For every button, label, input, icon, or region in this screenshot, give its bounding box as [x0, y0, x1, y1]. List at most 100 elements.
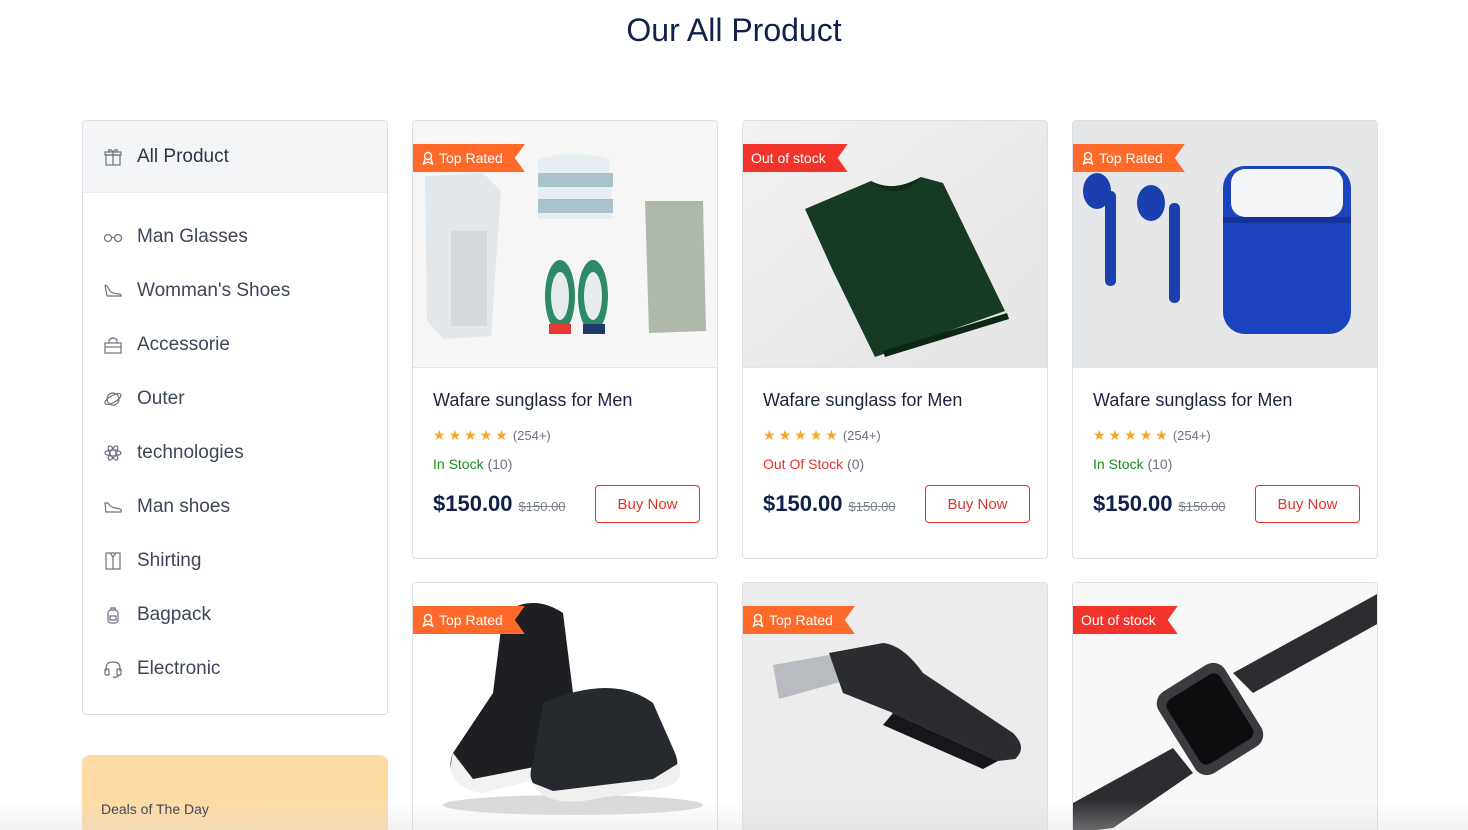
product-image[interactable]: Out of stock [743, 121, 1047, 368]
rating: ★ ★ ★ ★ ★ (254+) [1093, 427, 1360, 444]
rating-count: (254+) [512, 428, 551, 443]
sidebar-item-technologies[interactable]: technologies [83, 426, 387, 480]
sidebar-item-label: Shirting [137, 550, 202, 571]
sidebar-item-label: Womman's Shoes [137, 280, 291, 301]
stock-status: In Stock (10) [1093, 456, 1360, 472]
out-of-stock-badge: Out of stock [743, 144, 848, 172]
price: $150.00 [1093, 491, 1173, 516]
stock-qty: (0) [847, 456, 865, 472]
badge-label: Out of stock [1081, 612, 1156, 628]
badge-label: Top Rated [769, 612, 833, 628]
star-icon: ★ [763, 427, 776, 443]
glasses-icon [103, 227, 123, 247]
stock-status: In Stock (10) [433, 456, 700, 472]
product-title[interactable]: Wafare sunglass for Men [1093, 390, 1360, 411]
star-icon: ★ [1124, 427, 1137, 443]
stock-label: In Stock [433, 456, 484, 472]
sidebar-item-outer[interactable]: Outer [83, 372, 387, 426]
star-icon: ★ [825, 427, 838, 443]
badge-label: Top Rated [1099, 150, 1163, 166]
gift-icon [103, 147, 123, 167]
product-card[interactable]: Top Rated Wafare sunglass for Men ★ ★ ★ ★ ★ … [1072, 120, 1378, 559]
product-card[interactable]: Top Rated [742, 582, 1048, 830]
rating-count: (254+) [1172, 428, 1211, 443]
product-card[interactable]: Top Rated [412, 582, 718, 830]
stock-qty: (10) [1147, 456, 1173, 472]
top-rated-badge: Top Rated [1073, 144, 1185, 172]
buy-now-button[interactable]: Buy Now [925, 485, 1030, 523]
sidebar-item-accessorie[interactable]: Accessorie [83, 318, 387, 372]
sidebar-item-bagpack[interactable]: Bagpack [83, 588, 387, 642]
sidebar-item-label: Electronic [137, 658, 221, 679]
product-card[interactable]: Out of stock [1072, 582, 1378, 830]
product-image[interactable]: Top Rated [1073, 121, 1377, 368]
star-icon: ★ [809, 427, 823, 443]
out-of-stock-badge: Out of stock [1073, 606, 1178, 634]
sidebar-item-label: Accessorie [137, 334, 230, 355]
star-icon: ★ [448, 427, 462, 443]
star-icon: ★ [433, 427, 446, 443]
stock-qty: (10) [487, 456, 513, 472]
price: $150.00 [433, 491, 513, 516]
buy-now-button[interactable]: Buy Now [1255, 485, 1360, 523]
star-icon: ★ [1139, 427, 1153, 443]
award-icon [751, 613, 765, 627]
sidebar-item-label: technologies [137, 442, 244, 463]
rating-count: (254+) [842, 428, 881, 443]
award-icon [421, 151, 435, 165]
top-rated-badge: Top Rated [413, 144, 525, 172]
product-title[interactable]: Wafare sunglass for Men [433, 390, 700, 411]
sidebar-item-label: Bagpack [137, 604, 211, 625]
rating: ★ ★ ★ ★ ★ (254+) [763, 427, 1030, 444]
star-icon: ★ [479, 427, 493, 443]
product-image[interactable]: Top Rated [743, 583, 1047, 830]
sidebar-item-label: Man Glasses [137, 226, 248, 247]
deals-of-the-day-card[interactable]: Deals of The Day [82, 755, 388, 830]
star-icon: ★ [464, 427, 477, 443]
sidebar-item-man-glasses[interactable]: Man Glasses [83, 210, 387, 264]
top-rated-badge: Top Rated [413, 606, 525, 634]
product-card[interactable]: Top Rated Wafare sunglass for Men ★ ★ ★ ★ ★ … [412, 120, 718, 559]
top-rated-badge: Top Rated [743, 606, 855, 634]
product-image[interactable]: Out of stock [1073, 583, 1377, 830]
sidebar-item-womans-shoes[interactable]: Womman's Shoes [83, 264, 387, 318]
award-icon [1081, 151, 1095, 165]
star-icon: ★ [495, 427, 508, 443]
old-price: $150.00 [1178, 499, 1226, 514]
star-icon: ★ [1155, 427, 1168, 443]
backpack-icon [103, 605, 123, 625]
stock-status: Out Of Stock (0) [763, 456, 1030, 472]
product-image[interactable]: Top Rated [413, 121, 717, 368]
old-price: $150.00 [848, 499, 896, 514]
heel-shoe-icon [103, 281, 123, 301]
sidebar-item-electronic[interactable]: Electronic [83, 642, 387, 696]
rating: ★ ★ ★ ★ ★ (254+) [433, 427, 700, 444]
product-title[interactable]: Wafare sunglass for Men [763, 390, 1030, 411]
sidebar-item-shirting[interactable]: Shirting [83, 534, 387, 588]
sidebar-item-all-product[interactable]: All Product [83, 121, 387, 193]
sidebar-item-label: Man shoes [137, 496, 230, 517]
badge-label: Top Rated [439, 150, 503, 166]
deals-label: Deals of The Day [101, 801, 209, 817]
bag-icon [103, 335, 123, 355]
price: $150.00 [763, 491, 843, 516]
star-icon: ★ [794, 427, 807, 443]
product-image[interactable]: Top Rated [413, 583, 717, 830]
category-sidebar: All Product Man Glasses Womman's Shoes A… [82, 120, 388, 715]
sneaker-icon [103, 497, 123, 517]
sidebar-item-man-shoes[interactable]: Man shoes [83, 480, 387, 534]
product-card[interactable]: Out of stock Wafare sunglass for Men ★ ★ ★… [742, 120, 1048, 559]
atom-icon [103, 443, 123, 463]
star-icon: ★ [1093, 427, 1106, 443]
star-icon: ★ [1108, 427, 1122, 443]
badge-label: Top Rated [439, 612, 503, 628]
page-title: Our All Product [626, 12, 842, 48]
buy-now-button[interactable]: Buy Now [595, 485, 700, 523]
sidebar-item-label: All Product [137, 145, 229, 167]
planet-icon [103, 389, 123, 409]
headset-icon [103, 659, 123, 679]
old-price: $150.00 [518, 499, 566, 514]
sidebar-item-label: Outer [137, 388, 185, 409]
star-icon: ★ [778, 427, 792, 443]
badge-label: Out of stock [751, 150, 826, 166]
